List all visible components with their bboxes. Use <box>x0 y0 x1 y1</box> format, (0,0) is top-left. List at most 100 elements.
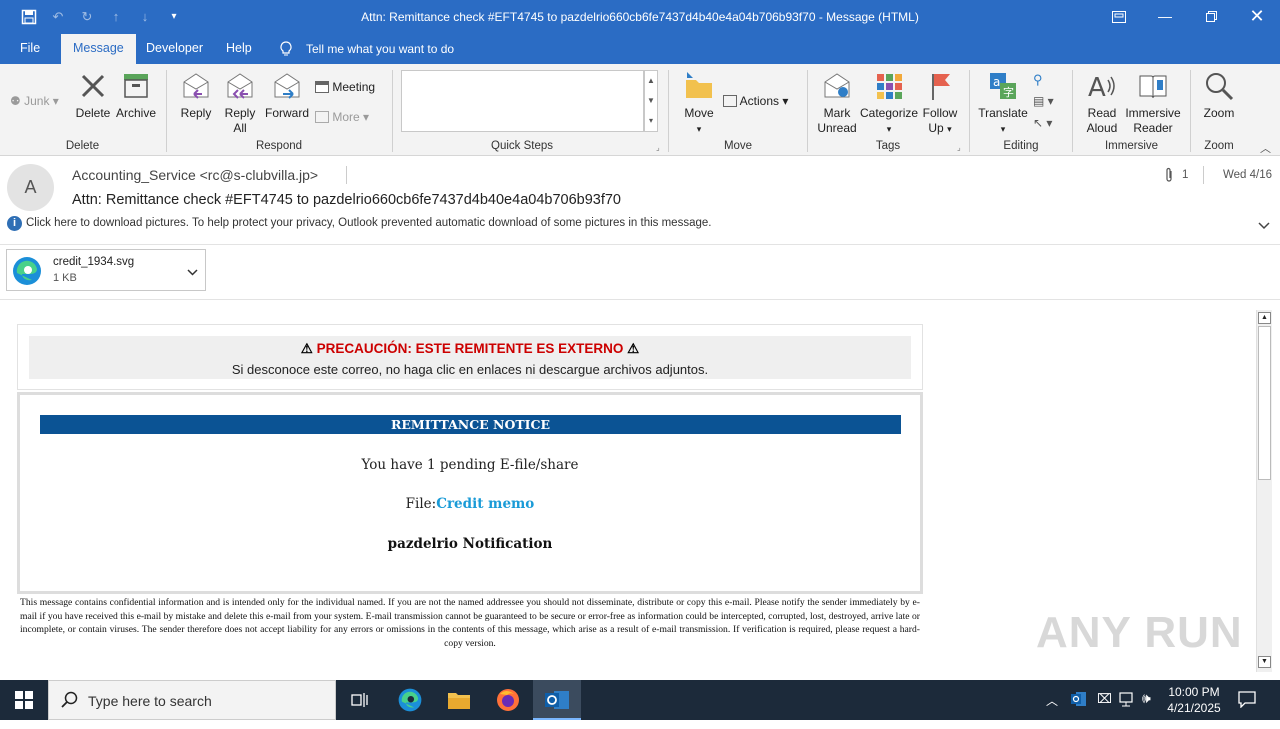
task-view-icon[interactable] <box>336 680 384 720</box>
forward-icon <box>274 73 300 99</box>
tab-help[interactable]: Help <box>214 34 264 64</box>
tray-chevron-icon[interactable]: ︿ <box>1046 692 1058 709</box>
scroll-thumb[interactable] <box>1258 326 1271 480</box>
title-bar: ↶ ↻ ↑ ↓ ▾ Attn: Remittance check #EFT474… <box>0 0 1280 34</box>
read-aloud-button[interactable]: A Read Aloud <box>1080 70 1124 136</box>
group-zoom-label: Zoom <box>1204 140 1234 152</box>
edge-icon[interactable] <box>386 680 434 720</box>
credit-memo-link[interactable]: Credit memo <box>436 496 534 512</box>
file-label: File: <box>405 496 437 512</box>
magnifier-icon <box>1206 73 1234 101</box>
tab-file[interactable]: File <box>8 34 52 64</box>
dialog-launcher-icon[interactable]: ⌟ <box>656 143 660 152</box>
outlook-tray-icon[interactable] <box>1070 691 1087 711</box>
translate-button[interactable]: a字 Translate ▾ <box>978 70 1028 137</box>
window-title: Attn: Remittance check #EFT4745 to pazde… <box>361 10 919 24</box>
svg-text:A: A <box>1088 73 1106 102</box>
attachment-card[interactable]: credit_1934.svg 1 KB <box>6 249 206 291</box>
tags-dialog-launcher-icon[interactable]: ⌟ <box>957 143 961 152</box>
notifications-icon[interactable] <box>1238 691 1256 711</box>
more-icon <box>315 111 329 123</box>
find-icon[interactable]: ⚲ <box>1033 72 1043 88</box>
scroll-down-arrow[interactable]: ▼ <box>1258 656 1271 668</box>
more-button[interactable]: More ▾ <box>315 110 369 124</box>
ribbon-display-options-icon[interactable] <box>1096 0 1142 34</box>
group-editing-label: Editing <box>1003 140 1039 152</box>
junk-button[interactable]: ⚉ Junk ▾ <box>10 94 59 108</box>
expand-header-icon[interactable] <box>1258 219 1270 233</box>
warning-icon: ⚠ <box>627 341 640 356</box>
download-pictures-bar[interactable]: Click here to download pictures. To help… <box>26 217 711 229</box>
device-icon[interactable]: ⌧ <box>1097 691 1112 707</box>
scroll-up-arrow[interactable]: ▲ <box>1258 312 1271 324</box>
actions-icon <box>723 95 737 107</box>
firefox-icon[interactable] <box>484 680 532 720</box>
tell-me-search[interactable]: Tell me what you want to do <box>306 42 454 56</box>
reply-icon <box>183 73 209 99</box>
taskbar: Type here to search ︿ ⌧ 🕪 10:00 PM 4/21/… <box>0 680 1280 720</box>
pending-text: You have 1 pending E-file/share <box>361 457 579 473</box>
meeting-button[interactable]: Meeting <box>315 80 375 94</box>
file-explorer-icon[interactable] <box>435 680 483 720</box>
taskbar-search[interactable]: Type here to search <box>48 680 336 720</box>
read-aloud-icon: A <box>1088 73 1115 102</box>
mark-unread-button[interactable]: Mark Unread <box>815 70 859 136</box>
tab-message[interactable]: Message <box>61 34 136 64</box>
reply-all-icon <box>227 73 253 99</box>
quick-steps-scroll[interactable]: ▲ ▼ ▾ <box>644 70 658 132</box>
attachment-count: 1 <box>1182 169 1189 181</box>
actions-button[interactable]: Actions ▾ <box>723 94 788 108</box>
forward-button[interactable]: Forward <box>264 70 310 121</box>
volume-icon[interactable]: 🕪 <box>1142 690 1151 707</box>
clock[interactable]: 10:00 PM 4/21/2025 <box>1160 684 1228 716</box>
svg-text:字: 字 <box>1003 85 1014 99</box>
immersive-reader-icon <box>1139 75 1167 99</box>
group-quicksteps-label: Quick Steps <box>491 140 553 152</box>
related-icon[interactable]: ▤ ▾ <box>1033 94 1054 108</box>
attachment-size: 1 KB <box>53 272 77 284</box>
avatar: A <box>7 164 54 211</box>
start-button[interactable] <box>0 680 48 720</box>
outlook-taskbar-icon[interactable] <box>533 680 581 720</box>
network-icon[interactable] <box>1119 692 1136 710</box>
edge-file-icon <box>11 255 43 290</box>
group-respond-label: Respond <box>255 140 303 152</box>
attachment-name: credit_1934.svg <box>53 256 135 268</box>
email-body: ⚠ PRECAUCIÓN: ESTE REMITENTE ES EXTERNO … <box>0 310 1256 672</box>
minimize-icon[interactable]: — <box>1142 0 1188 34</box>
folder-move-icon <box>686 72 712 98</box>
tab-developer[interactable]: Developer <box>134 34 215 64</box>
clock-time: 10:00 PM <box>1168 685 1220 699</box>
caution-title: PRECAUCIÓN: ESTE REMITENTE ES EXTERNO <box>316 341 624 356</box>
warning-icon: ⚠ <box>300 341 313 356</box>
categorize-button[interactable]: Categorize ▾ <box>860 70 918 137</box>
archive-icon <box>124 74 148 98</box>
collapse-ribbon-icon[interactable]: ︿ <box>1260 140 1271 156</box>
sender[interactable]: Accounting_Service <rc@s-clubvilla.jp> <box>72 167 318 183</box>
delete-button[interactable]: Delete <box>72 70 114 121</box>
caution-text: Si desconoce este correo, no haga clic e… <box>231 362 709 377</box>
reply-button[interactable]: Reply <box>176 70 216 121</box>
chevron-down-icon[interactable] <box>187 265 198 279</box>
search-placeholder: Type here to search <box>88 693 212 709</box>
select-icon[interactable]: ↖ ▾ <box>1033 116 1052 130</box>
quick-steps-gallery[interactable] <box>401 70 644 132</box>
archive-button[interactable]: Archive <box>114 70 158 121</box>
notification-text: pazdelrio Notification <box>387 536 553 552</box>
maximize-icon[interactable] <box>1188 0 1234 34</box>
immersive-reader-button[interactable]: Immersive Reader <box>1124 70 1182 136</box>
file-row: File:Credit memo <box>20 496 920 512</box>
scrollbar[interactable]: ▲ ▼ <box>1256 310 1272 672</box>
reply-all-button[interactable]: Reply All <box>220 70 260 136</box>
disclaimer: This message contains confidential infor… <box>20 597 920 649</box>
svg-text:a: a <box>993 75 1000 89</box>
paperclip-icon <box>1164 167 1174 186</box>
move-button[interactable]: Move ▾ <box>680 70 718 137</box>
zoom-button[interactable]: Zoom <box>1198 70 1240 121</box>
calendar-icon <box>315 81 329 93</box>
follow-up-button[interactable]: Follow Up ▾ <box>920 70 960 137</box>
search-icon <box>61 691 79 712</box>
close-icon[interactable]: ✕ <box>1234 0 1280 34</box>
flag-icon <box>932 74 950 100</box>
info-icon: i <box>7 216 22 231</box>
